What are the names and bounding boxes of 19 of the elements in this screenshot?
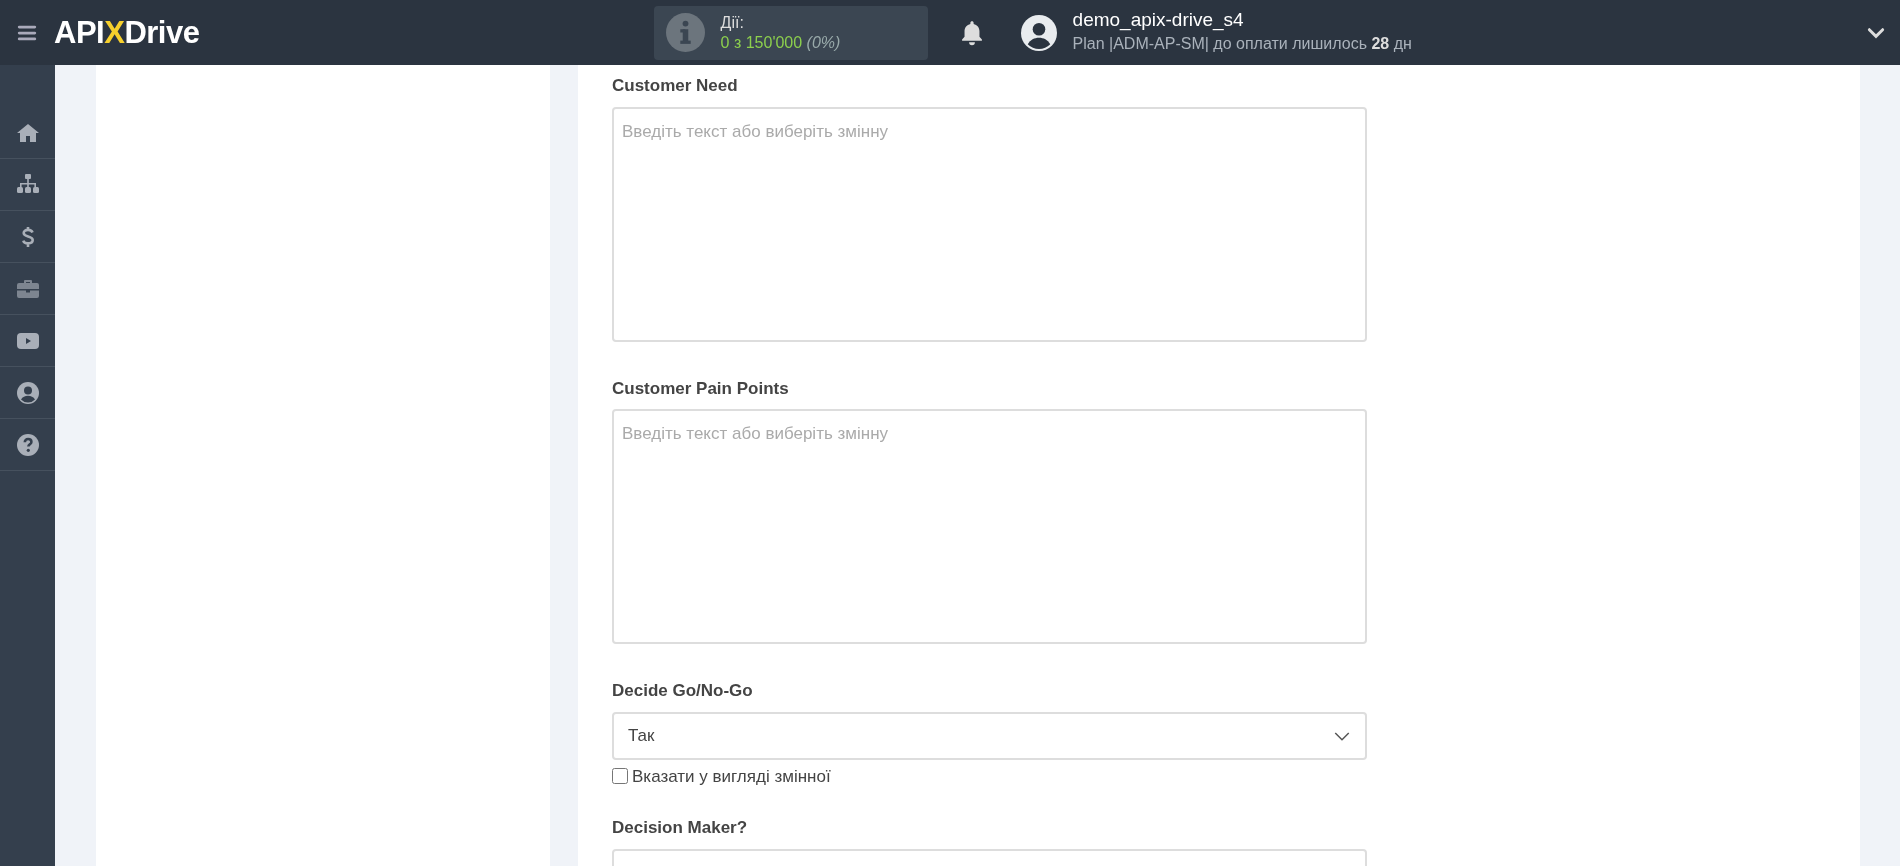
checkbox-label: Вказати у вигляді змінної xyxy=(632,765,831,788)
text-area[interactable]: Введіть текст або виберіть змінну xyxy=(612,106,1367,342)
user-icon[interactable] xyxy=(15,380,40,405)
field-label: Customer Pain Points xyxy=(612,377,790,400)
actions-label: Дії: xyxy=(720,13,745,33)
field-label: Decide Go/No-Go xyxy=(612,680,754,702)
user-name: demo_apix-drive_s4 xyxy=(1072,9,1245,32)
field-label: Customer Need xyxy=(612,75,739,97)
field-label: Decision Maker? xyxy=(612,817,749,839)
actions-count: 0 з 150'000 xyxy=(720,33,803,51)
avatar-icon xyxy=(1020,14,1057,51)
checkbox[interactable] xyxy=(612,768,628,785)
select-field[interactable]: Так xyxy=(612,711,1367,760)
info-icon xyxy=(665,13,705,52)
help-icon[interactable] xyxy=(15,432,40,457)
text-area[interactable]: Введіть текст або виберіть змінну xyxy=(612,409,1367,644)
plan-text: Plan |ADM-AP-SM| до оплати лишилось 28 дн xyxy=(1072,33,1412,54)
actions-percent: (0%) xyxy=(806,33,841,51)
logo[interactable]: APIXDrive xyxy=(54,17,200,48)
